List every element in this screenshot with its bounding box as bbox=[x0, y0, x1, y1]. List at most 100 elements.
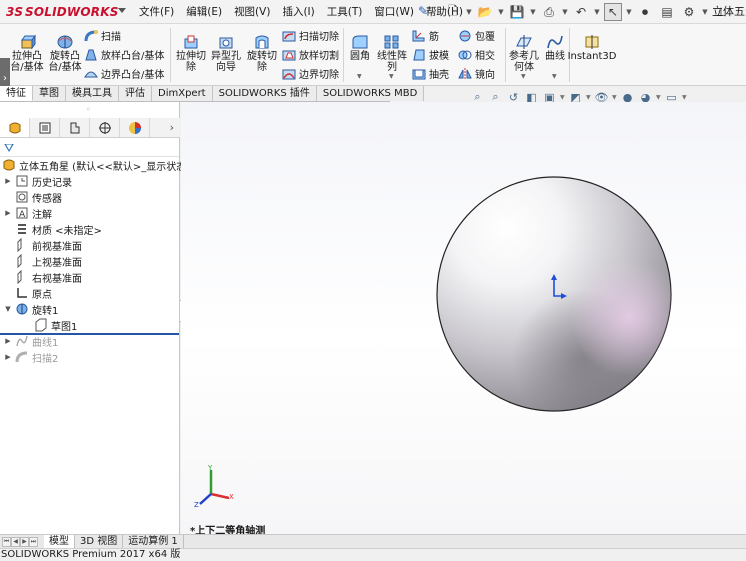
view-orientation-dropdown-icon[interactable]: ▼ bbox=[560, 94, 565, 101]
dimxpert-manager-tab[interactable] bbox=[90, 118, 120, 137]
boundary-boss-icon bbox=[84, 71, 98, 77]
tree-item-top-plane[interactable]: 上视基准面 bbox=[15, 253, 82, 269]
tab-features[interactable]: 特征 bbox=[0, 86, 33, 101]
tree-item-front-plane[interactable]: 前视基准面 bbox=[15, 237, 82, 253]
tree-item-origin[interactable]: 原点 bbox=[15, 285, 52, 301]
feature-manager-tab[interactable] bbox=[0, 118, 30, 137]
display-manager-tab[interactable] bbox=[120, 118, 150, 137]
menu-insert[interactable]: 插入(I) bbox=[276, 0, 320, 24]
hide-show-dropdown-icon[interactable]: ▼ bbox=[612, 94, 617, 101]
expand-arrow-icon[interactable]: ▶ bbox=[4, 209, 12, 217]
next-tab-icon[interactable]: ▶ bbox=[20, 536, 29, 547]
tab-mold-tools[interactable]: 模具工具 bbox=[66, 86, 119, 101]
swept-cut-button[interactable]: 扫描切除 bbox=[282, 27, 339, 44]
print-dropdown-icon[interactable]: ▼ bbox=[562, 3, 568, 21]
menu-edit[interactable]: 编辑(E) bbox=[180, 0, 228, 24]
menu-tools[interactable]: 工具(T) bbox=[321, 0, 369, 24]
tab-dimxpert[interactable]: DimXpert bbox=[152, 86, 213, 101]
menu-view[interactable]: 视图(V) bbox=[228, 0, 276, 24]
linear-pattern-button[interactable]: 线性阵 列 bbox=[376, 34, 408, 73]
configuration-manager-tab[interactable] bbox=[60, 118, 90, 137]
new-document-icon[interactable]: 🗋 bbox=[444, 3, 462, 21]
extrude-cut-button[interactable]: 拉伸切 除 bbox=[173, 34, 209, 73]
lofted-cut-button[interactable]: 放样切割 bbox=[282, 46, 339, 63]
boundary-cut-button[interactable]: 边界切除 bbox=[282, 65, 339, 82]
tab-3d-views[interactable]: 3D 视图 bbox=[75, 535, 124, 548]
sphere-model[interactable] bbox=[435, 175, 673, 413]
loft-boss-button[interactable]: 放样凸台/基体 bbox=[84, 46, 164, 63]
tab-sketch[interactable]: 草图 bbox=[33, 86, 66, 101]
tree-item-right-plane[interactable]: 右视基准面 bbox=[15, 269, 82, 285]
tab-model[interactable]: 模型 bbox=[44, 535, 75, 548]
curves-button[interactable]: 曲线 bbox=[542, 34, 568, 62]
print-icon[interactable]: ⎙ bbox=[540, 3, 558, 21]
mirror-button[interactable]: 镜向 bbox=[458, 65, 495, 82]
wrap-button[interactable]: 包覆 bbox=[458, 27, 495, 44]
rib-button[interactable]: 筋 bbox=[412, 27, 439, 44]
curves-dropdown-icon[interactable]: ▼ bbox=[552, 73, 557, 80]
tree-item-sketch1[interactable]: 草图1 bbox=[34, 317, 77, 333]
fillet-dropdown-icon[interactable]: ▼ bbox=[357, 73, 362, 80]
menu-window[interactable]: 窗口(W) bbox=[368, 0, 420, 24]
select-dropdown-icon[interactable]: ▼ bbox=[626, 3, 632, 21]
scene-dropdown-icon[interactable]: ▼ bbox=[656, 94, 661, 101]
tree-item-revolve1[interactable]: ▼ 旋转1 bbox=[4, 301, 58, 317]
tree-item-material[interactable]: 材质 <未指定> bbox=[15, 221, 102, 237]
property-manager-tab[interactable] bbox=[30, 118, 60, 137]
logo-menu-arrow-icon[interactable] bbox=[118, 8, 126, 13]
tree-item-history[interactable]: ▶ 历史记录 bbox=[4, 173, 72, 189]
reference-geometry-button[interactable]: 参考几 何体 bbox=[508, 34, 540, 73]
pin-menu-icon[interactable]: ✎ bbox=[418, 4, 428, 18]
tab-addins[interactable]: SOLIDWORKS 插件 bbox=[212, 86, 317, 101]
tree-item-sensors[interactable]: 传感器 bbox=[15, 189, 62, 205]
manager-tabs-next-icon[interactable]: › bbox=[170, 121, 174, 134]
reference-geometry-dropdown-icon[interactable]: ▼ bbox=[521, 73, 526, 80]
previous-tab-icon[interactable]: ◀ bbox=[11, 536, 20, 547]
menu-file[interactable]: 文件(F) bbox=[133, 0, 180, 24]
solidworks-logo[interactable]: 3S SOLIDWORKS bbox=[6, 3, 119, 21]
graphics-area[interactable]: Y X Z *上下二等角轴测 bbox=[181, 102, 746, 534]
last-tab-icon[interactable]: ⏭ bbox=[29, 536, 38, 547]
save-icon[interactable]: 💾 bbox=[508, 3, 526, 21]
expand-arrow-icon[interactable]: ▶ bbox=[4, 337, 12, 345]
tree-root-part[interactable]: 立体五角星 (默认<<默认>_显示状态 1> bbox=[2, 157, 204, 173]
tab-mbd[interactable]: SOLIDWORKS MBD bbox=[316, 86, 425, 101]
undo-icon[interactable]: ↶ bbox=[572, 3, 590, 21]
intersect-button[interactable]: 相交 bbox=[458, 46, 495, 63]
new-dropdown-icon[interactable]: ▼ bbox=[466, 3, 472, 21]
traffic-light-icon[interactable]: ⏺ bbox=[636, 3, 654, 21]
svg-text:A: A bbox=[19, 210, 26, 220]
save-dropdown-icon[interactable]: ▼ bbox=[530, 3, 536, 21]
undo-dropdown-icon[interactable]: ▼ bbox=[594, 3, 600, 21]
draft-button[interactable]: 拔模 bbox=[412, 46, 449, 63]
tab-evaluate[interactable]: 评估 bbox=[119, 86, 152, 101]
view-settings-dropdown-icon[interactable]: ▼ bbox=[682, 94, 687, 101]
tree-item-curve1[interactable]: ▶ 曲线1 bbox=[4, 333, 58, 349]
revolve-boss-button[interactable]: 旋转凸 台/基体 bbox=[46, 34, 84, 73]
sweep-button[interactable]: 扫描 bbox=[84, 27, 121, 44]
open-dropdown-icon[interactable]: ▼ bbox=[498, 3, 504, 21]
boundary-boss-button[interactable]: 边界凸台/基体 bbox=[84, 65, 164, 82]
tree-item-annotations[interactable]: ▶ A 注解 bbox=[4, 205, 52, 221]
pattern-dropdown-icon[interactable]: ▼ bbox=[389, 73, 394, 80]
select-arrow-icon[interactable]: ↖ bbox=[604, 3, 622, 21]
open-folder-icon[interactable]: 📂 bbox=[476, 3, 494, 21]
collapse-arrow-icon[interactable]: ▼ bbox=[4, 305, 12, 313]
expand-arrow-icon[interactable]: ▶ bbox=[4, 177, 12, 185]
hole-wizard-button[interactable]: 异型孔 向导 bbox=[208, 34, 244, 73]
first-tab-icon[interactable]: ⏮ bbox=[2, 536, 11, 547]
filter-funnel-icon[interactable]: ⛛ bbox=[4, 141, 14, 156]
options-gear-icon[interactable]: ⚙ bbox=[680, 3, 698, 21]
tab-motion-study[interactable]: 运动算例 1 bbox=[123, 535, 184, 548]
revolve-cut-button[interactable]: 旋转切 除 bbox=[244, 34, 280, 73]
instant3d-button[interactable]: Instant3D bbox=[568, 34, 616, 62]
panel-collapse-grip-icon[interactable]: ◦ bbox=[86, 105, 91, 114]
display-style-dropdown-icon[interactable]: ▼ bbox=[586, 94, 591, 101]
extrude-boss-button[interactable]: 拉伸凸 台/基体 bbox=[8, 34, 46, 73]
file-properties-icon[interactable]: ▤ bbox=[658, 3, 676, 21]
expand-arrow-icon[interactable]: ▶ bbox=[4, 353, 12, 361]
shell-button[interactable]: 抽壳 bbox=[412, 65, 449, 82]
tree-item-sweep2[interactable]: ▶ 扫描2 bbox=[4, 349, 58, 365]
fillet-button[interactable]: 圆角 bbox=[346, 34, 374, 62]
options-dropdown-icon[interactable]: ▼ bbox=[702, 3, 708, 21]
